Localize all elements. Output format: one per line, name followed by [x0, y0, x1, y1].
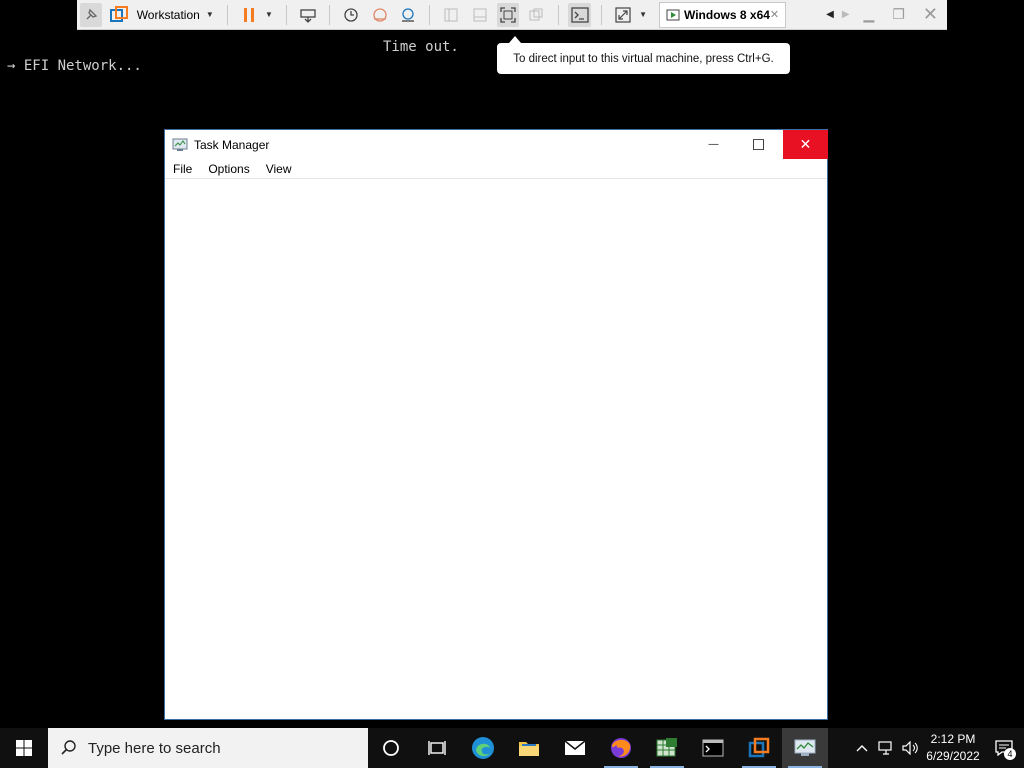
tab-scroll-left-icon[interactable]: ◀	[826, 9, 834, 20]
cortana-button[interactable]	[368, 728, 414, 768]
stretch-icon	[615, 6, 631, 23]
maximize-icon: ☐	[751, 136, 766, 154]
vm-running-icon	[666, 9, 680, 20]
start-button[interactable]	[0, 728, 48, 768]
revert-snapshot-button[interactable]	[369, 3, 391, 27]
toolbar-divider	[429, 4, 431, 25]
vm-tab-label: Windows 8 x64	[684, 7, 770, 22]
thumbnail-icon	[473, 8, 487, 21]
snapshot-button[interactable]	[340, 3, 362, 27]
tm-close-button[interactable]: ✕	[783, 130, 828, 159]
menu-view[interactable]: View	[262, 162, 298, 176]
network-icon[interactable]	[874, 728, 898, 768]
firefox-icon	[611, 738, 631, 758]
folder-icon	[519, 742, 539, 756]
tm-maximize-button[interactable]: ☐	[736, 130, 781, 159]
vmware-logo	[107, 3, 129, 27]
toolbar-divider	[329, 4, 331, 25]
cortana-circle-icon	[383, 740, 399, 756]
search-icon	[61, 740, 76, 755]
pause-button[interactable]	[238, 3, 260, 27]
clock-icon	[344, 7, 358, 22]
console-view-button[interactable]	[568, 2, 591, 27]
task-manager-title: Task Manager	[194, 137, 270, 152]
console-efi-network-line: → EFI Network...	[7, 58, 142, 74]
vm-tab-close-icon[interactable]: ✕	[770, 8, 779, 21]
full-screen-button[interactable]	[496, 2, 520, 27]
toolbar-divider	[557, 4, 559, 25]
task-manager-window[interactable]: Task Manager — ☐ ✕ File Options View	[164, 129, 828, 720]
taskbar-search-box[interactable]: Type here to search	[48, 728, 368, 768]
taskbar-firefox[interactable]	[598, 728, 644, 768]
library-icon	[444, 8, 458, 21]
vmware-icon	[748, 737, 770, 758]
pin-toolbar-button[interactable]	[80, 2, 103, 27]
taskbar-edge[interactable]	[460, 728, 506, 768]
task-view-icon	[428, 741, 446, 755]
toolbar-divider	[226, 4, 228, 25]
stretch-menu-dropdown-icon[interactable]: ▼	[639, 10, 647, 19]
toolbar-divider	[600, 4, 602, 25]
taskbar-clock[interactable]: 2:12 PM 6/29/2022	[922, 731, 984, 765]
tooltip-text: To direct input to this virtual machine,…	[513, 52, 774, 65]
console-icon	[570, 6, 589, 23]
product-label[interactable]: Workstation	[137, 8, 200, 22]
tab-scroll-right-icon[interactable]: ▶	[842, 9, 850, 20]
task-manager-content	[165, 179, 827, 719]
task-view-button[interactable]	[414, 728, 460, 768]
toolbar-divider	[285, 4, 287, 25]
clock-time: 2:12 PM	[930, 732, 976, 746]
restore-window-icon[interactable]: ❐	[892, 6, 905, 23]
unity-button[interactable]	[525, 3, 547, 27]
pause-icon	[243, 7, 254, 22]
snapshot-manager-icon	[402, 7, 415, 22]
vm-input-tooltip: To direct input to this virtual machine,…	[497, 36, 790, 74]
notification-count-badge: 4	[1004, 748, 1016, 760]
vm-tab[interactable]: Windows 8 x64 ✕	[659, 1, 787, 28]
task-manager-menubar: File Options View	[165, 159, 827, 179]
taskbar-vmware[interactable]	[736, 728, 782, 768]
minimize-icon: —	[708, 139, 719, 150]
thumbnail-bar-button[interactable]	[468, 3, 490, 27]
console-timeout-line: Time out.	[383, 39, 459, 55]
windows-logo-icon	[16, 740, 32, 756]
minimize-window-icon[interactable]: ▁	[864, 6, 875, 23]
task-manager-icon	[172, 138, 188, 151]
mail-icon	[564, 740, 586, 755]
action-center-button[interactable]: 4	[984, 728, 1024, 768]
revert-clock-icon	[373, 7, 387, 22]
taskbar-spreadsheet-app[interactable]	[644, 728, 690, 768]
taskbar-terminal[interactable]	[690, 728, 736, 768]
snapshot-manager-button[interactable]	[397, 3, 419, 27]
menu-options[interactable]: Options	[204, 162, 255, 176]
tm-minimize-button[interactable]: —	[691, 130, 736, 159]
system-tray: 2:12 PM 6/29/2022 4	[850, 728, 1024, 768]
close-window-icon[interactable]: ✕	[923, 4, 938, 25]
send-ctrl-alt-del-button[interactable]	[297, 3, 319, 27]
close-icon: ✕	[799, 136, 812, 152]
volume-icon[interactable]	[898, 728, 922, 768]
power-menu-dropdown-icon[interactable]: ▼	[265, 10, 273, 19]
stretch-guest-button[interactable]	[612, 3, 634, 27]
clock-date: 6/29/2022	[926, 749, 980, 763]
taskbar-mail[interactable]	[552, 728, 598, 768]
edge-icon	[472, 737, 494, 759]
product-menu-dropdown-icon[interactable]: ▼	[206, 10, 214, 19]
search-placeholder: Type here to search	[88, 739, 221, 757]
task-manager-taskbar-icon	[794, 739, 816, 756]
vmware-toolbar: Workstation ▼ ▼ ▼ Windows 8 x64 ✕ ◀ ▶ ▁ …	[77, 0, 947, 30]
fullscreen-icon	[500, 6, 516, 23]
show-hidden-icons-chevron-icon[interactable]	[850, 728, 874, 768]
unity-icon	[529, 8, 543, 20]
terminal-icon	[702, 739, 724, 757]
task-manager-titlebar[interactable]: Task Manager — ☐ ✕	[165, 130, 828, 159]
spreadsheet-icon	[656, 738, 677, 757]
taskbar: Type here to search 2:12 PM 6/29/2022 4	[0, 728, 1024, 768]
taskbar-file-explorer[interactable]	[506, 728, 552, 768]
menu-file[interactable]: File	[169, 162, 198, 176]
show-library-button[interactable]	[440, 3, 462, 27]
pin-icon	[86, 8, 98, 19]
taskbar-task-manager[interactable]	[782, 728, 828, 768]
keyboard-icon	[300, 8, 316, 23]
